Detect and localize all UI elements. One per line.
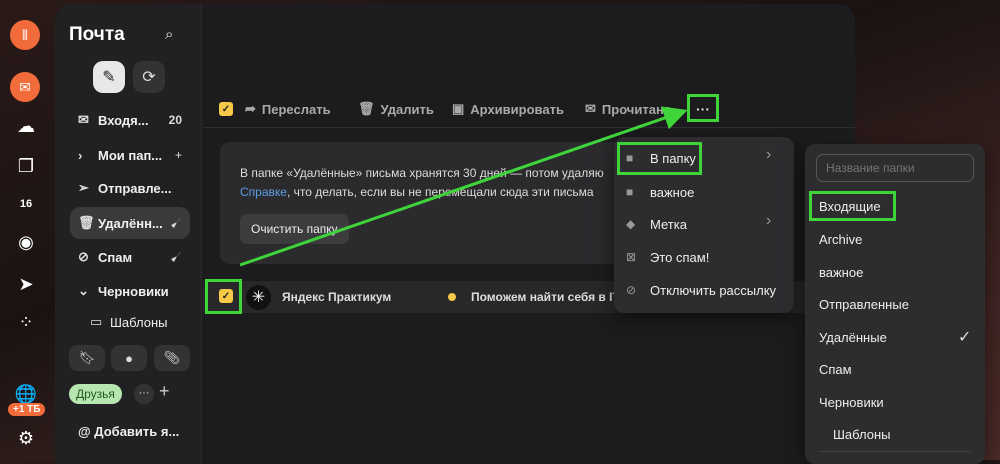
- annotation-arrow: [239, 106, 688, 267]
